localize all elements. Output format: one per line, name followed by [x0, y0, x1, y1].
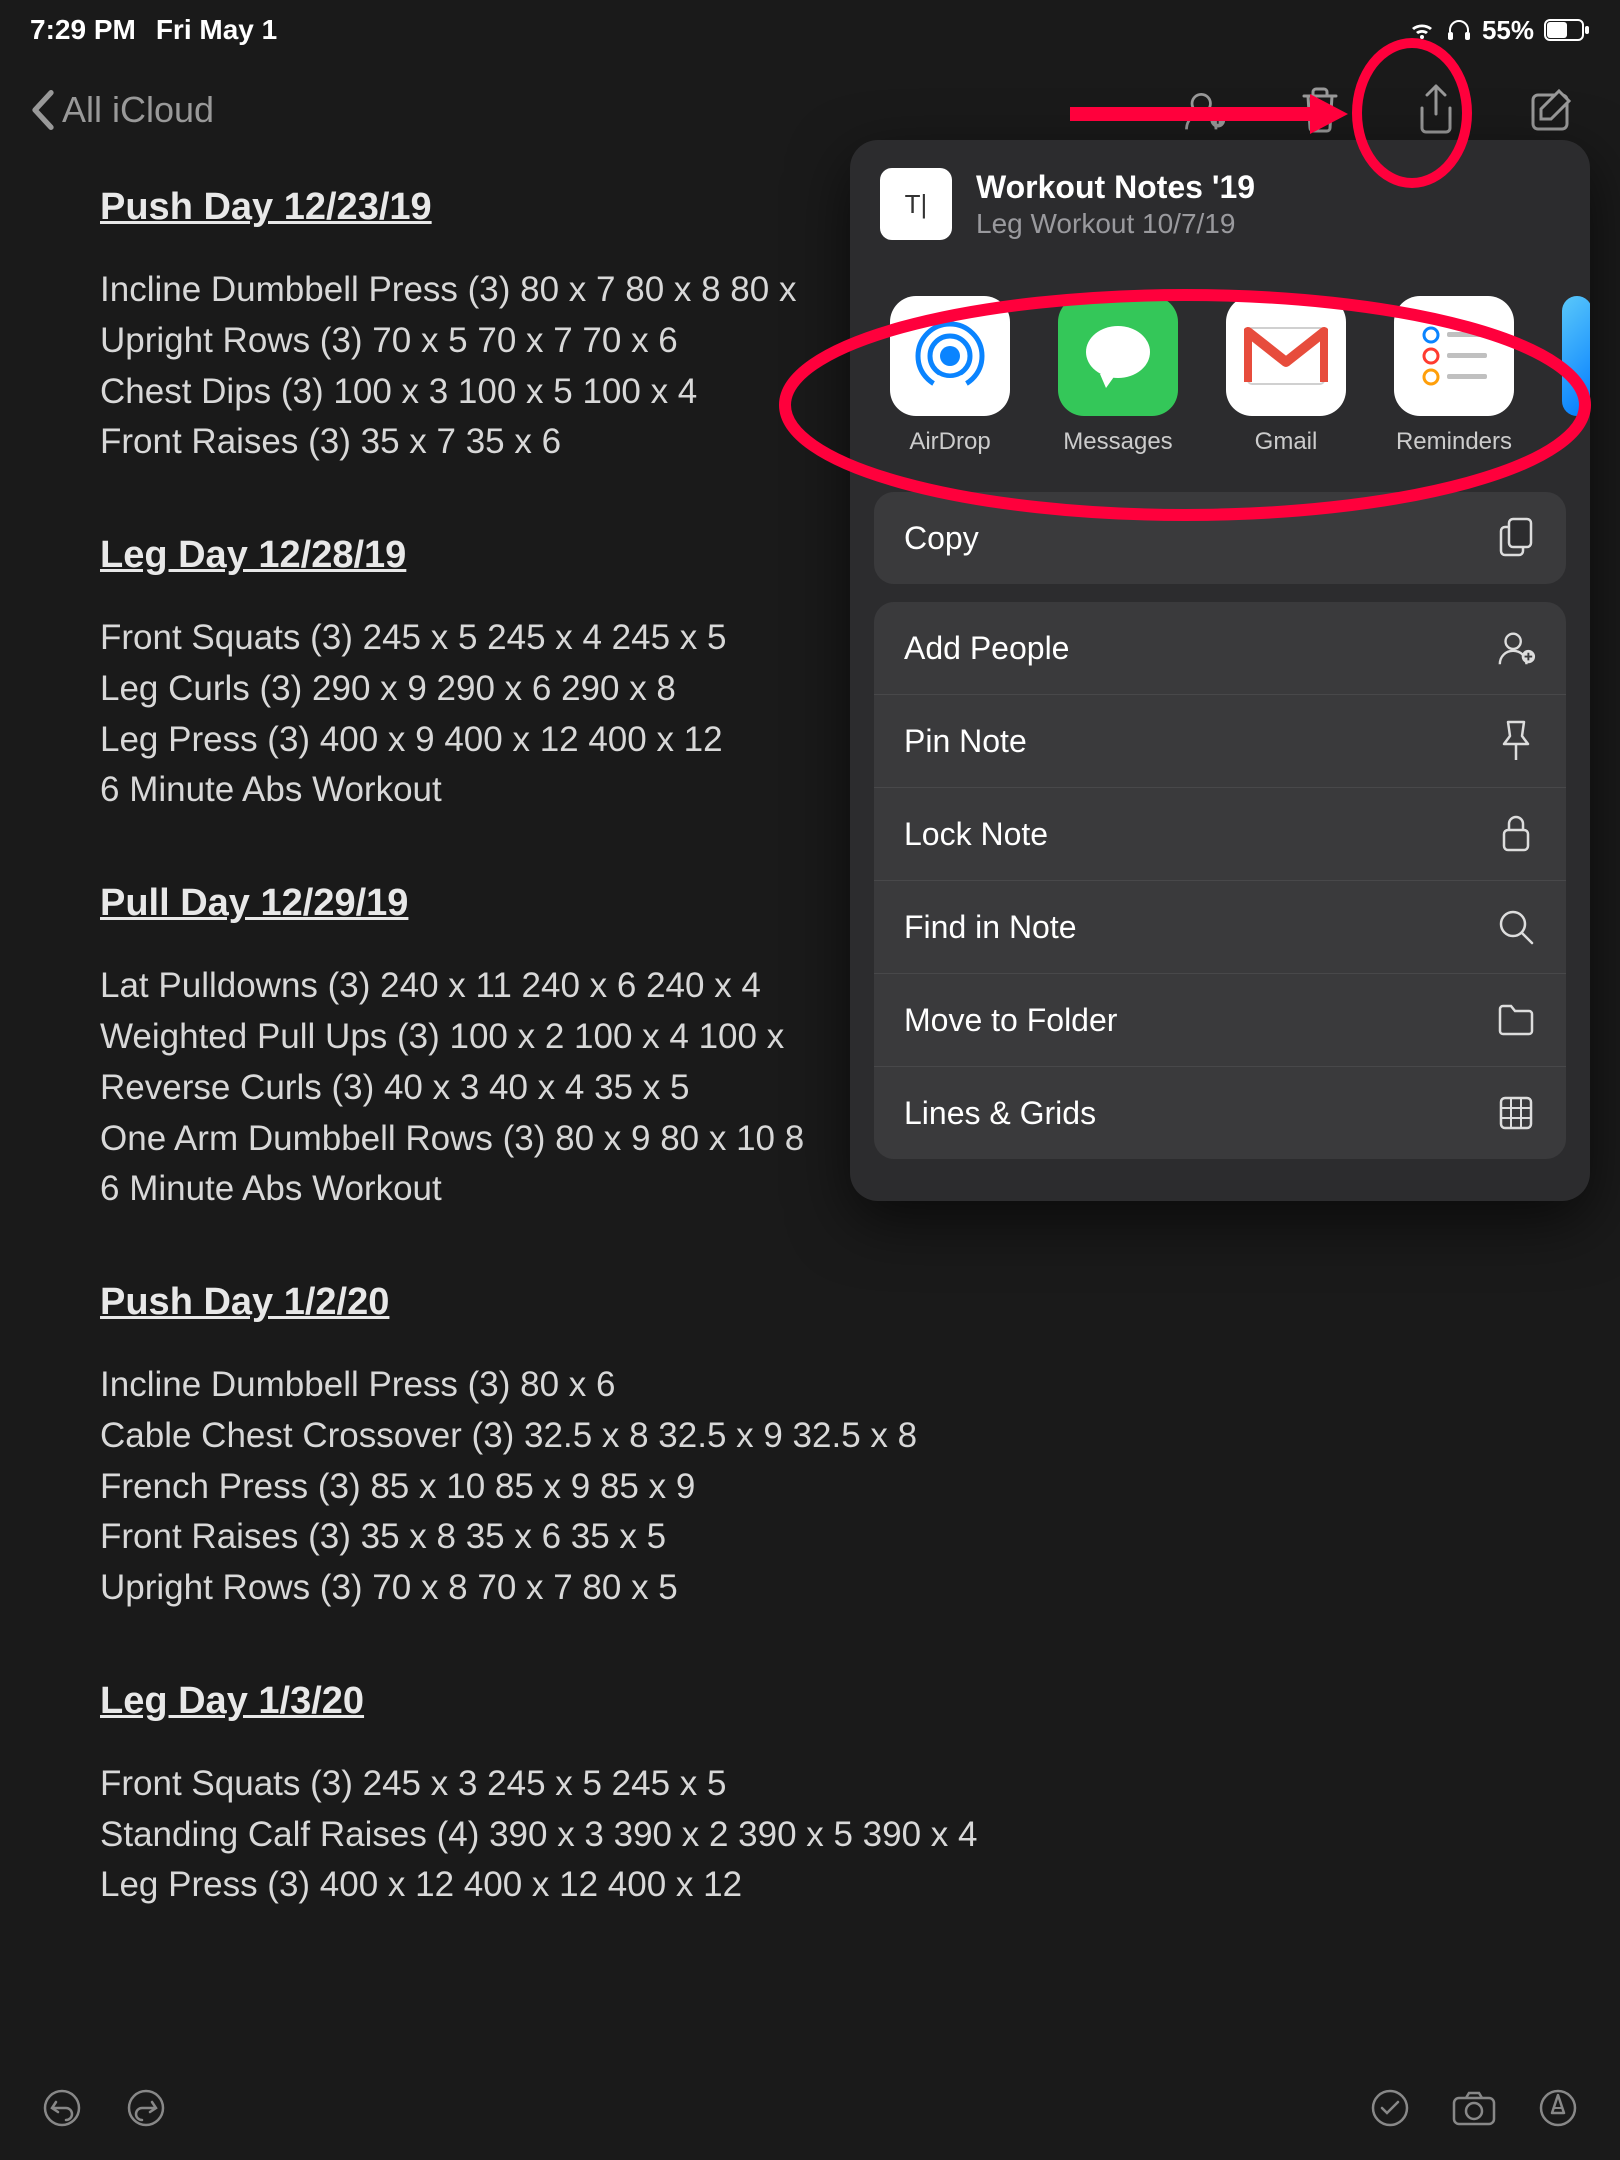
nav-bar: All iCloud [0, 70, 1620, 150]
action-label: Lines & Grids [904, 1095, 1096, 1132]
back-button[interactable]: All iCloud [30, 89, 214, 131]
status-time: 7:29 PM [30, 14, 136, 46]
bottom-toolbar [0, 2086, 1620, 2130]
checklist-icon[interactable] [1368, 2086, 1412, 2130]
move-to-folder-action[interactable]: Move to Folder [874, 974, 1566, 1067]
copy-action[interactable]: Copy [874, 492, 1566, 584]
find-in-note-action[interactable]: Find in Note [874, 881, 1566, 974]
status-bar: 7:29 PM Fri May 1 55% [0, 0, 1620, 50]
reminders-app[interactable]: Reminders [1394, 296, 1514, 456]
compose-icon[interactable] [1529, 87, 1575, 133]
headphones-icon [1446, 18, 1472, 42]
redo-icon[interactable] [124, 2086, 168, 2130]
battery-icon [1544, 19, 1590, 41]
action-label: Pin Note [904, 723, 1027, 760]
add-people-icon[interactable] [1181, 87, 1227, 133]
share-title: Workout Notes '19 [976, 169, 1255, 206]
note-line: Cable Chest Crossover (3) 32.5 x 8 32.5 … [100, 1411, 1520, 1462]
messages-app[interactable]: Messages [1058, 296, 1178, 456]
status-date: Fri May 1 [156, 14, 277, 46]
airdrop-app[interactable]: AirDrop [890, 296, 1010, 456]
action-label: Copy [904, 520, 979, 557]
gmail-app[interactable]: Gmail [1226, 296, 1346, 456]
markup-icon[interactable] [1536, 2086, 1580, 2130]
note-line: French Press (3) 85 x 10 85 x 9 85 x 9 [100, 1462, 1520, 1513]
note-line: Incline Dumbbell Press (3) 80 x 6 [100, 1360, 1520, 1411]
trash-icon[interactable] [1297, 87, 1343, 133]
more-apps-peek[interactable] [1562, 296, 1590, 456]
lines-grids-action[interactable]: Lines & Grids [874, 1067, 1566, 1159]
back-label: All iCloud [62, 89, 214, 131]
folder-icon [1496, 1000, 1536, 1040]
undo-icon[interactable] [40, 2086, 84, 2130]
add-people-action[interactable]: Add People [874, 602, 1566, 695]
wifi-icon [1408, 19, 1436, 41]
share-sheet: T| Workout Notes '19 Leg Workout 10/7/19… [850, 140, 1590, 1201]
app-label: Gmail [1255, 428, 1318, 456]
share-subtitle: Leg Workout 10/7/19 [976, 208, 1255, 240]
action-label: Add People [904, 630, 1069, 667]
action-label: Lock Note [904, 816, 1048, 853]
lock-icon [1496, 814, 1536, 854]
airdrop-icon [890, 296, 1010, 416]
messages-icon [1058, 296, 1178, 416]
lock-note-action[interactable]: Lock Note [874, 788, 1566, 881]
section-heading: Leg Day 1/3/20 [100, 1674, 1520, 1729]
app-icon [1562, 296, 1590, 416]
pin-note-action[interactable]: Pin Note [874, 695, 1566, 788]
gmail-icon [1226, 296, 1346, 416]
note-line: Standing Calf Raises (4) 390 x 3 390 x 2… [100, 1810, 1520, 1861]
note-line: Front Raises (3) 35 x 8 35 x 6 35 x 5 [100, 1512, 1520, 1563]
share-header: T| Workout Notes '19 Leg Workout 10/7/19 [850, 140, 1590, 268]
note-line: Leg Press (3) 400 x 12 400 x 12 400 x 12 [100, 1860, 1520, 1911]
share-apps-row[interactable]: AirDrop Messages Gmail Reminders [850, 268, 1590, 492]
note-line: Upright Rows (3) 70 x 8 70 x 7 80 x 5 [100, 1563, 1520, 1614]
add-people-icon [1496, 628, 1536, 668]
section-heading: Push Day 1/2/20 [100, 1275, 1520, 1330]
action-label: Move to Folder [904, 1002, 1117, 1039]
battery-percent: 55% [1482, 15, 1534, 46]
action-label: Find in Note [904, 909, 1077, 946]
camera-icon[interactable] [1452, 2086, 1496, 2130]
note-line: Front Squats (3) 245 x 3 245 x 5 245 x 5 [100, 1759, 1520, 1810]
app-label: Messages [1063, 428, 1172, 456]
share-icon[interactable] [1413, 87, 1459, 133]
search-icon [1496, 907, 1536, 947]
grid-icon [1496, 1093, 1536, 1133]
app-label: Reminders [1396, 428, 1512, 456]
reminders-icon [1394, 296, 1514, 416]
note-thumbnail-icon: T| [880, 168, 952, 240]
app-label: AirDrop [909, 428, 990, 456]
copy-icon [1496, 518, 1536, 558]
pin-icon [1496, 721, 1536, 761]
